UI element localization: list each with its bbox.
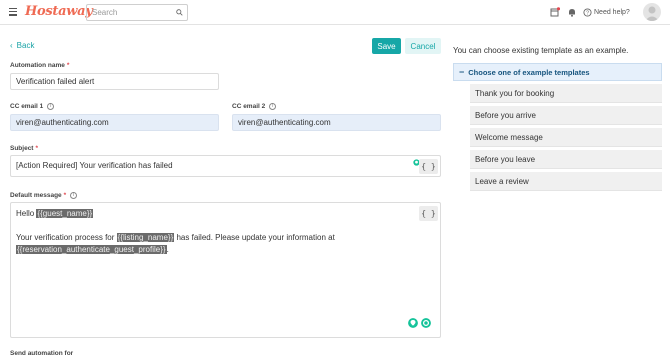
automation-name-label-text: Automation name — [10, 62, 65, 69]
svg-text:?: ? — [586, 10, 589, 16]
template-item[interactable]: Before you arrive — [470, 106, 662, 125]
message-body-line: Your verification process for {{listing_… — [16, 232, 435, 244]
grammarly-icon[interactable] — [421, 318, 431, 328]
profile-link-token[interactable]: {{reservation_authenticate_guest_profile… — [16, 245, 167, 254]
template-hint: You can choose existing template as an e… — [453, 46, 629, 55]
message-profile-line: {{reservation_authenticate_guest_profile… — [16, 244, 435, 256]
info-icon[interactable]: i — [47, 103, 55, 110]
template-item[interactable]: Welcome message — [470, 128, 662, 147]
guest-name-token[interactable]: {{guest_name}} — [36, 209, 94, 218]
cc-email-2-label-text: CC email 2 — [232, 103, 266, 110]
bell-icon[interactable] — [567, 7, 577, 17]
need-help-label: Need help? — [594, 8, 630, 16]
template-item[interactable]: Thank you for booking — [470, 84, 662, 103]
greeting-text: Hello — [16, 209, 37, 218]
cc-email-1-label: CC email 1i — [10, 103, 55, 110]
required-marker: * — [66, 62, 70, 69]
listing-name-token[interactable]: {{listing_name}} — [116, 233, 175, 242]
menu-icon[interactable] — [9, 8, 17, 16]
template-item[interactable]: Leave a review — [470, 172, 662, 191]
default-message-editor[interactable]: Hello {{guest_name}} Your verification p… — [10, 202, 441, 338]
template-header-label: Choose one of example templates — [468, 67, 590, 77]
cc-email-1-input[interactable]: viren@authenticating.com — [10, 114, 219, 131]
default-message-label: Default message * i — [10, 192, 78, 199]
need-help-link[interactable]: ? Need help? — [583, 7, 630, 17]
insert-variable-button[interactable]: { } — [419, 206, 438, 221]
save-button[interactable]: Save — [372, 38, 401, 54]
template-item[interactable]: Before you leave — [470, 150, 662, 169]
body-end: . — [166, 245, 169, 254]
search-box[interactable] — [86, 4, 188, 21]
required-marker: * — [63, 192, 67, 199]
user-avatar[interactable] — [643, 3, 661, 21]
cc-email-2-input[interactable]: viren@authenticating.com — [232, 114, 441, 131]
chevron-left-icon: ‹ — [10, 41, 13, 50]
grammarly-bulb-icon[interactable] — [408, 318, 418, 328]
subject-label-text: Subject — [10, 145, 34, 152]
info-icon[interactable]: i — [269, 103, 277, 110]
back-label: Back — [16, 41, 35, 50]
cancel-button[interactable]: Cancel — [405, 38, 441, 54]
template-list-header[interactable]: − Choose one of example templates — [453, 63, 662, 81]
insert-variable-button[interactable]: { } — [419, 159, 438, 174]
cc-email-2-label: CC email 2i — [232, 103, 277, 110]
subject-input[interactable]: [Action Required] Your verification has … — [10, 155, 441, 177]
back-link[interactable]: ‹ Back — [10, 41, 34, 50]
help-icon: ? — [583, 7, 592, 16]
required-marker: * — [35, 145, 39, 152]
calendar-alert-icon[interactable] — [550, 7, 560, 17]
user-icon — [645, 6, 659, 21]
subject-label: Subject * — [10, 145, 38, 152]
search-icon[interactable] — [176, 9, 183, 16]
cc-email-1-label-text: CC email 1 — [10, 103, 44, 110]
message-greeting-line: Hello {{guest_name}} — [16, 208, 435, 220]
send-automation-label: Send automation for — [10, 350, 74, 357]
body-text-2: has failed. Please update your informati… — [174, 233, 335, 242]
collapse-icon: − — [459, 66, 465, 77]
body-text-1: Your verification process for — [16, 233, 117, 242]
default-message-label-text: Default message — [10, 192, 62, 199]
automation-name-label: Automation name * — [10, 62, 69, 69]
search-input[interactable] — [87, 5, 171, 20]
automation-name-input[interactable]: Verification failed alert — [10, 73, 219, 90]
hostaway-logo[interactable]: Hostaway — [25, 4, 93, 19]
top-navigation-bar: Hostaway ? Need help? — [0, 0, 670, 25]
info-icon[interactable]: i — [70, 192, 78, 199]
